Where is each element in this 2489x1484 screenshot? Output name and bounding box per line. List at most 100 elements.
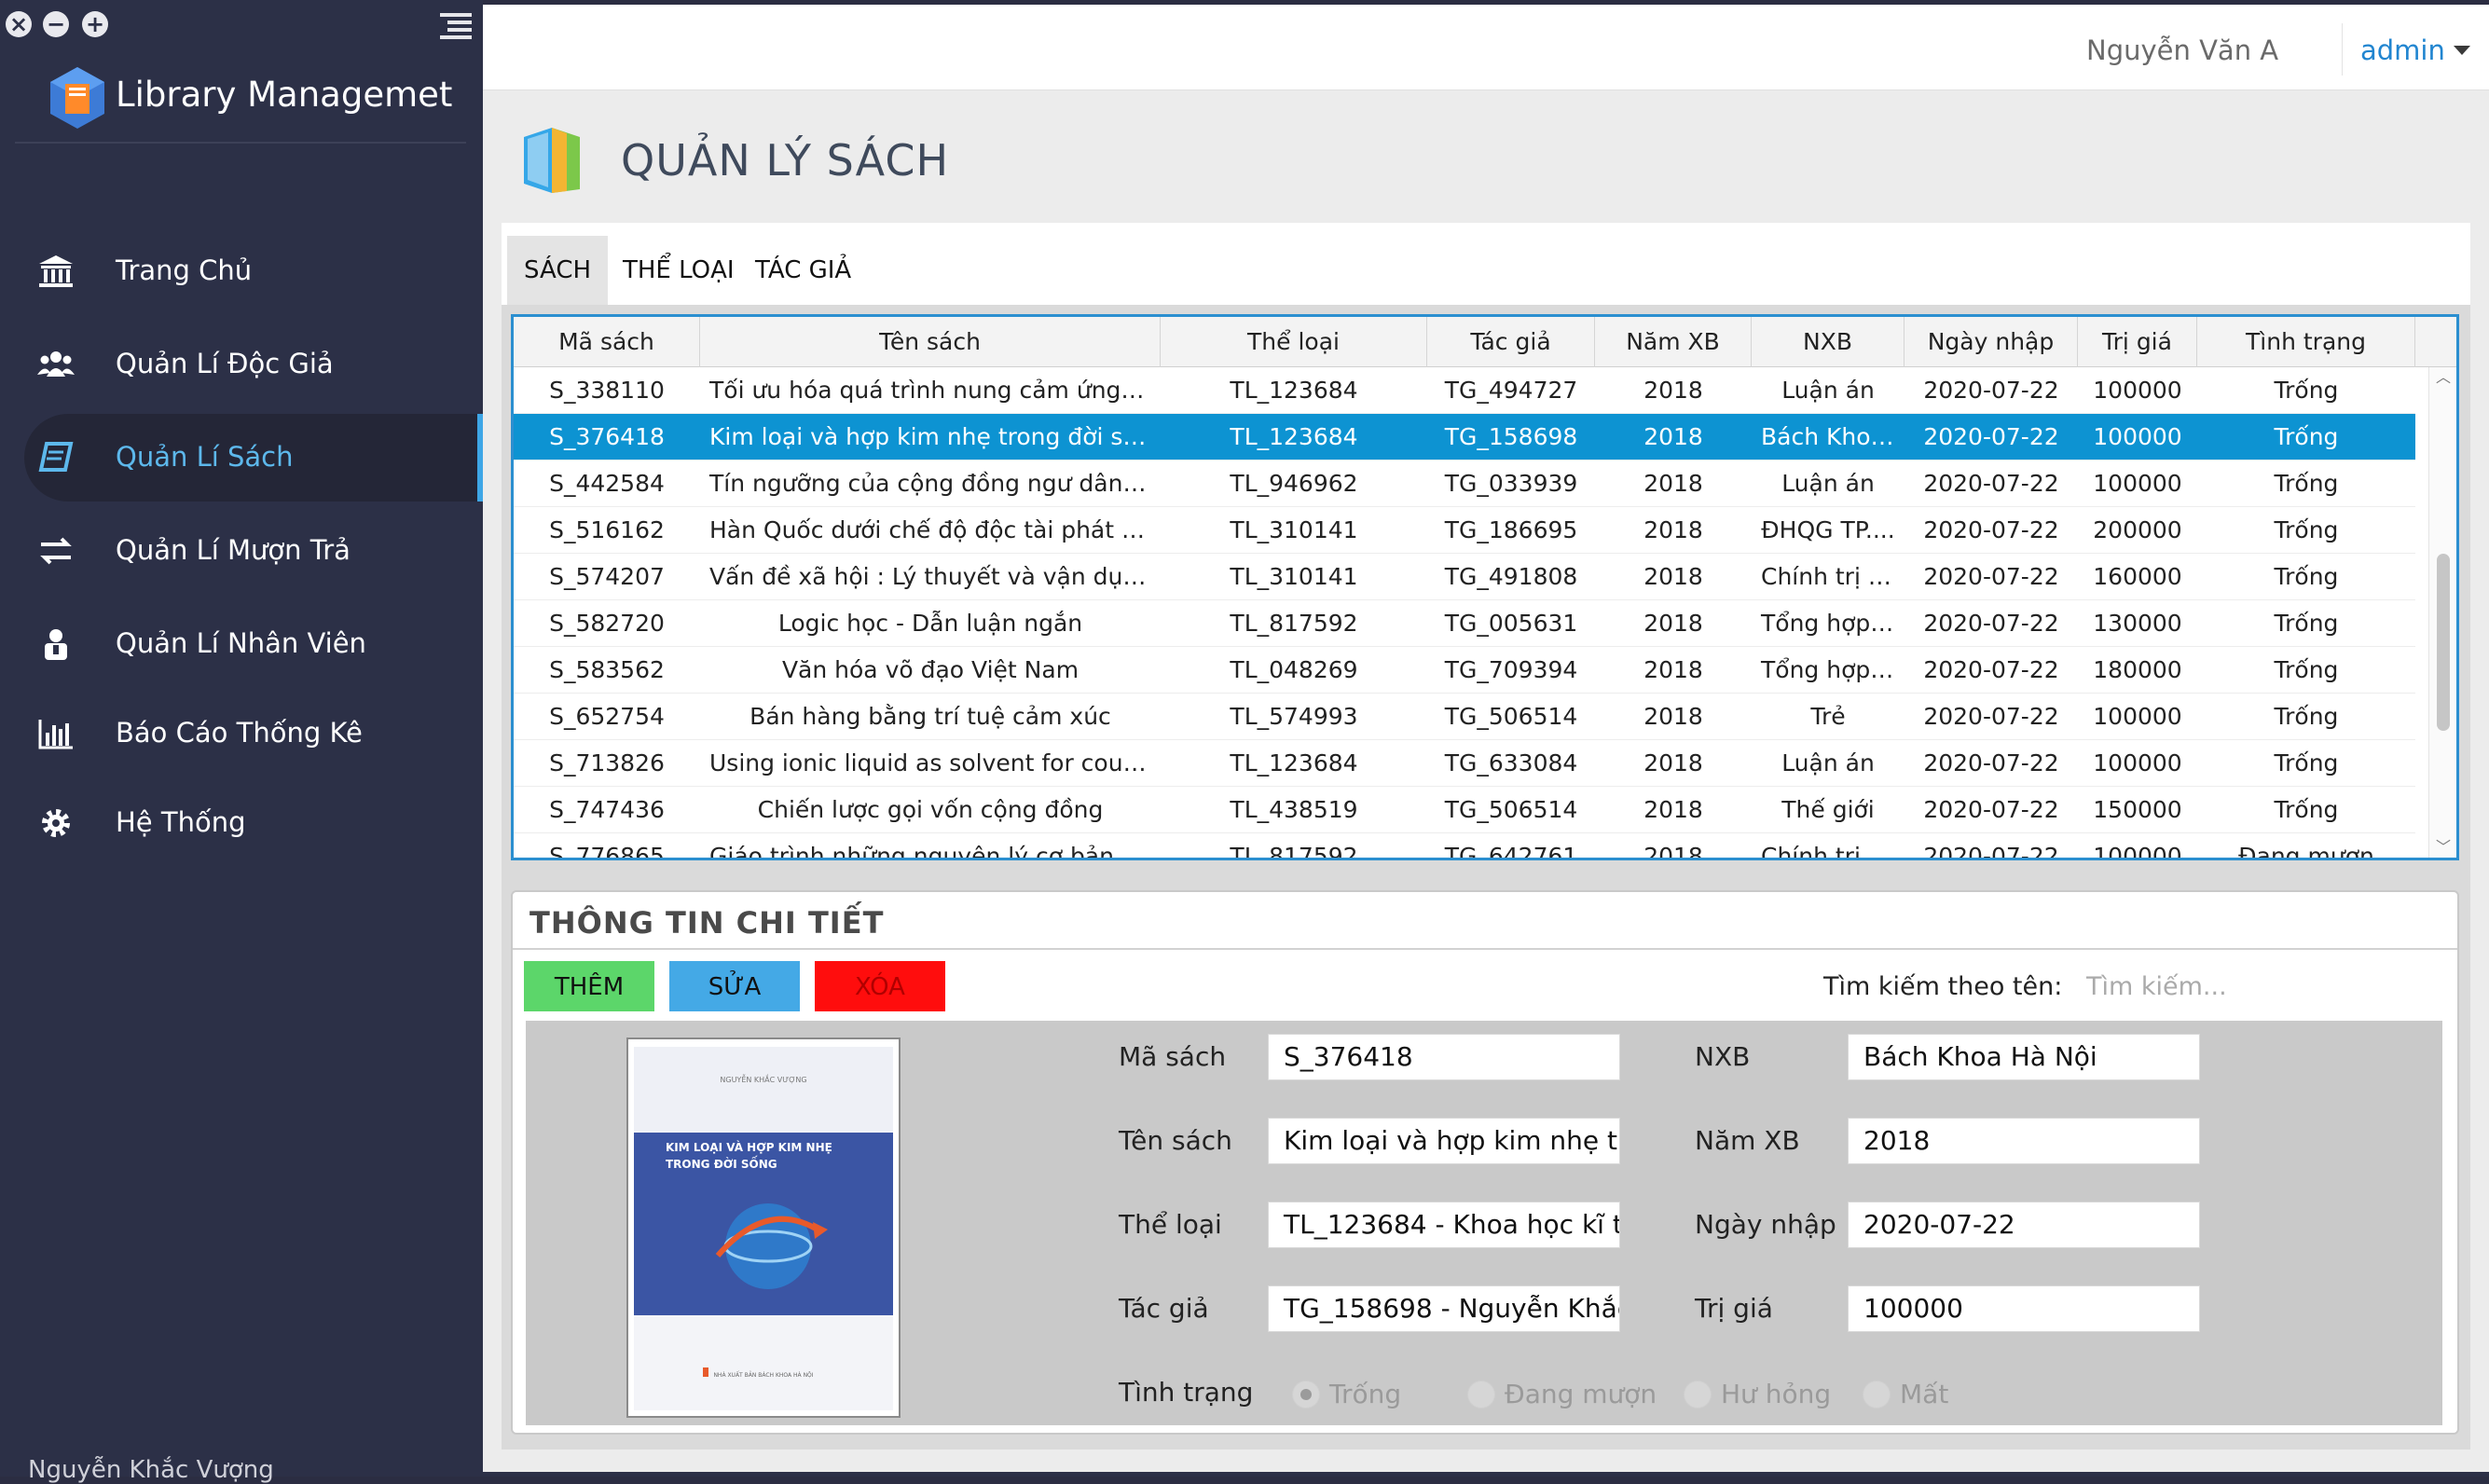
table-cell: Giáo trình những nguyên lý cơ bản của ch…	[709, 843, 1161, 860]
search-input[interactable]	[2083, 963, 2437, 1010]
sidebar-item-label: Trang Chủ	[116, 254, 253, 286]
field-label-value: Trị giá	[1695, 1293, 1773, 1324]
table-cell: Thế giới	[1781, 796, 1875, 823]
scrollbar-thumb[interactable]	[2437, 554, 2450, 731]
content-card: SÁCH THỂ LOẠI TÁC GIẢ Mã sách Tên sách T…	[502, 223, 2470, 1450]
table-row[interactable]: S_652754 Bán hàng bằng trí tuệ cảm xúc TL_…	[514, 694, 2415, 740]
column-header[interactable]: Trị giá	[2078, 317, 2197, 367]
edit-button[interactable]: SỬA	[669, 961, 800, 1011]
sidebar-item-reports[interactable]: Báo Cáo Thống Kê	[24, 690, 483, 777]
page-title: QUẢN LÝ SÁCH	[621, 135, 950, 186]
column-header[interactable]: Tên sách	[700, 317, 1161, 367]
table-cell: TL_048269	[1230, 656, 1358, 683]
table-header: Mã sách Tên sách Thể loại Tác giả Năm XB…	[514, 317, 2456, 367]
table-row[interactable]: S_376418 Kim loại và hợp kim nhẹ trong đờ…	[514, 414, 2415, 460]
sidebar-item-staff[interactable]: Quản Lí Nhân Viên	[24, 600, 483, 688]
column-header[interactable]: NXB	[1752, 317, 1905, 367]
author-field[interactable]: TG_158698 - Nguyễn Khắc	[1268, 1285, 1620, 1332]
book-id-field[interactable]: S_376418	[1268, 1034, 1620, 1080]
sidebar-item-home[interactable]: Trang Chủ	[24, 227, 483, 315]
maximize-window-button[interactable]: +	[82, 11, 108, 37]
menu-toggle-icon[interactable]	[433, 11, 472, 41]
delete-button[interactable]: XÓA	[815, 961, 945, 1011]
sidebar-item-books[interactable]: Quản Lí Sách	[24, 414, 483, 502]
table-row[interactable]: S_338110 Tối ưu hóa quá trình nung cảm ứn…	[514, 367, 2415, 414]
column-header[interactable]: Mã sách	[514, 317, 700, 367]
sidebar-item-loans[interactable]: Quản Lí Mượn Trả	[24, 507, 483, 595]
table-row[interactable]: S_713826 Using ionic liquid as solvent fo…	[514, 740, 2415, 787]
category-field[interactable]: TL_123684 - Khoa học kĩ t	[1268, 1202, 1620, 1248]
main-area: Nguyễn Văn A admin QUẢN LÝ SÁCH SÁCH THỂ…	[483, 5, 2489, 1472]
table-cell: Trống	[2274, 703, 2339, 730]
table-cell: TG_005631	[1444, 610, 1578, 637]
import-date-field[interactable]: 2020-07-22	[1848, 1202, 2200, 1248]
bottom-edge	[483, 1472, 2489, 1477]
bank-icon	[39, 255, 73, 287]
table-row[interactable]: S_583562 Văn hóa võ đạo Việt Nam TL_048269…	[514, 647, 2415, 694]
chevron-down-icon[interactable]: ﹀	[2429, 837, 2456, 858]
table-cell: 200000	[2093, 516, 2182, 543]
books-table[interactable]: Mã sách Tên sách Thể loại Tác giả Năm XB…	[511, 314, 2459, 860]
table-cell: Tín ngưỡng của cộng đồng ngư dân ven b..…	[709, 470, 1161, 497]
column-header[interactable]: Tình trạng	[2197, 317, 2415, 367]
publish-year-field[interactable]: 2018	[1848, 1118, 2200, 1164]
table-row[interactable]: S_442584 Tín ngưỡng của cộng đồng ngư dân…	[514, 460, 2415, 507]
tab-authors[interactable]: TÁC GIẢ	[738, 236, 868, 305]
column-header[interactable]: Ngày nhập	[1905, 317, 2078, 367]
top-bar: Nguyễn Văn A admin	[483, 5, 2489, 90]
column-header[interactable]: Năm XB	[1595, 317, 1752, 367]
table-row[interactable]: S_747436 Chiến lược gọi vốn cộng đồng TL_4…	[514, 787, 2415, 833]
radio-dot	[1863, 1381, 1891, 1408]
table-cell: 2018	[1643, 843, 1703, 860]
table-cell: 2020-07-22	[1923, 703, 2059, 730]
chevron-down-icon[interactable]	[2454, 46, 2470, 55]
sidebar-item-readers[interactable]: Quản Lí Độc Giả	[24, 321, 483, 408]
table-cell: TG_633084	[1444, 749, 1578, 776]
radio-dot	[1684, 1381, 1712, 1408]
table-row[interactable]: S_574207 Vấn đề xã hội : Lý thuyết và vận…	[514, 554, 2415, 600]
chevron-up-icon[interactable]: ︿	[2429, 367, 2456, 388]
table-cell: 100000	[2093, 749, 2182, 776]
table-cell: 100000	[2093, 470, 2182, 497]
table-cell: S_583562	[549, 656, 665, 683]
book-title-field[interactable]: Kim loại và hợp kim nhẹ tr	[1268, 1118, 1620, 1164]
minimize-window-button[interactable]: −	[43, 11, 69, 37]
table-cell: 2018	[1643, 423, 1703, 450]
close-window-button[interactable]: ×	[6, 11, 32, 37]
table-cell: Trống	[2274, 516, 2339, 543]
table-cell: 2018	[1643, 656, 1703, 683]
table-cell: Tổng hợp ...	[1761, 656, 1901, 683]
radio-label: Mất	[1900, 1379, 1949, 1409]
table-cell: S_574207	[549, 563, 665, 590]
table-cell: TL_310141	[1230, 563, 1358, 590]
table-cell: Luận án	[1781, 470, 1875, 497]
table-cell: Trẻ	[1810, 703, 1846, 730]
field-label-book-id: Mã sách	[1119, 1041, 1227, 1072]
field-label-status: Tình trạng	[1119, 1377, 1254, 1408]
table-row[interactable]: S_582720 Logic học - Dẫn luận ngắn TL_8175…	[514, 600, 2415, 647]
column-header[interactable]: Thể loại	[1161, 317, 1427, 367]
sidebar: × − + Library Managemet Trang Chủ Quản L…	[0, 0, 483, 1484]
tab-categories[interactable]: THỂ LOẠI	[606, 236, 751, 305]
table-row[interactable]: S_516162 Hàn Quốc dưới chế độ độc tài phá…	[514, 507, 2415, 554]
account-menu-button[interactable]: admin	[2360, 34, 2445, 66]
table-cell: Luận án	[1781, 377, 1875, 404]
table-cell: 180000	[2093, 656, 2182, 683]
publisher-field[interactable]: Bách Khoa Hà Nội	[1848, 1034, 2200, 1080]
column-header[interactable]: Tác giả	[1427, 317, 1595, 367]
value-field[interactable]: 100000	[1848, 1285, 2200, 1332]
tab-books[interactable]: SÁCH	[507, 236, 609, 305]
table-cell: 2018	[1643, 516, 1703, 543]
table-cell: S_652754	[549, 703, 665, 730]
table-cell: TL_817592	[1230, 843, 1358, 860]
sidebar-item-label: Hệ Thống	[116, 806, 246, 838]
table-scrollbar[interactable]: ︿ ﹀	[2428, 367, 2456, 858]
book-cover-image[interactable]: NGUYỄN KHẮC VƯỢNG KIM LOẠI VÀ HỢP KIM NH…	[626, 1037, 901, 1418]
table-cell: TG_506514	[1444, 796, 1578, 823]
add-button[interactable]: THÊM	[524, 961, 654, 1011]
table-cell: 2018	[1643, 563, 1703, 590]
table-cell: TG_186695	[1444, 516, 1578, 543]
table-row[interactable]: S_776865 Giáo trình những nguyên lý cơ bả…	[514, 833, 2415, 860]
table-cell: Trống	[2274, 377, 2339, 404]
sidebar-item-system[interactable]: Hệ Thống	[24, 779, 483, 867]
